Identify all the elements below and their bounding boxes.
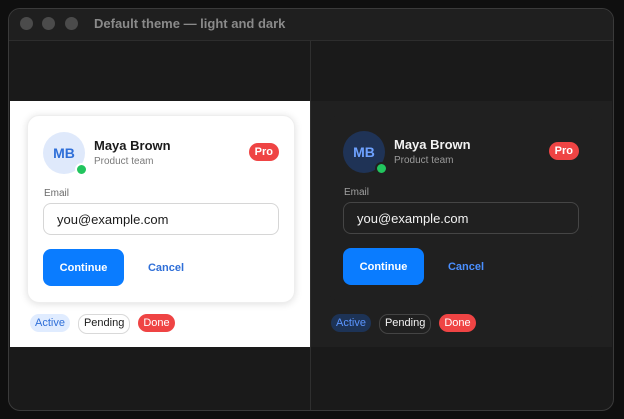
online-status-icon: [75, 163, 88, 176]
email-label: Email: [344, 187, 370, 198]
minimize-window-button[interactable]: [42, 17, 55, 30]
continue-button[interactable]: Continue: [343, 248, 424, 285]
profile-team: Product team: [394, 155, 454, 166]
avatar-initials: MB: [353, 144, 375, 160]
pro-badge: Pro: [248, 143, 279, 161]
profile-name: Maya Brown: [394, 137, 471, 152]
continue-button[interactable]: Continue: [43, 249, 124, 286]
status-chip-done: Done: [138, 314, 175, 332]
dark-theme-panel: MB Maya Brown Product team Pro Email Con…: [311, 101, 612, 347]
profile-card: MB Maya Brown Product team Pro Email Con…: [328, 115, 594, 301]
title-bar: Default theme — light and dark: [9, 9, 613, 41]
light-theme-panel: MB Maya Brown Product team Pro Email Con…: [10, 101, 310, 347]
window-title: Default theme — light and dark: [94, 16, 286, 31]
email-field[interactable]: [43, 203, 279, 235]
profile-name: Maya Brown: [94, 138, 171, 153]
email-label: Email: [44, 188, 70, 199]
status-chip-pending: Pending: [77, 314, 131, 334]
cancel-button[interactable]: Cancel: [436, 248, 496, 285]
avatar-initials: MB: [53, 145, 75, 161]
close-window-button[interactable]: [20, 17, 33, 30]
pro-badge: Pro: [548, 142, 579, 160]
app-window: Default theme — light and dark MB Maya B…: [8, 8, 614, 411]
maximize-window-button[interactable]: [65, 17, 78, 30]
cancel-button[interactable]: Cancel: [136, 249, 196, 286]
profile-team: Product team: [94, 156, 154, 167]
online-status-icon: [375, 162, 388, 175]
status-chip-done: Done: [439, 314, 476, 332]
status-chips: Active Pending Done: [331, 314, 476, 334]
status-chips: Active Pending Done: [30, 314, 175, 334]
status-chip-pending: Pending: [378, 314, 432, 334]
status-chip-active: Active: [331, 314, 371, 332]
profile-card: MB Maya Brown Product team Pro Email Con…: [27, 115, 295, 303]
email-field[interactable]: [343, 202, 579, 234]
status-chip-active: Active: [30, 314, 70, 332]
